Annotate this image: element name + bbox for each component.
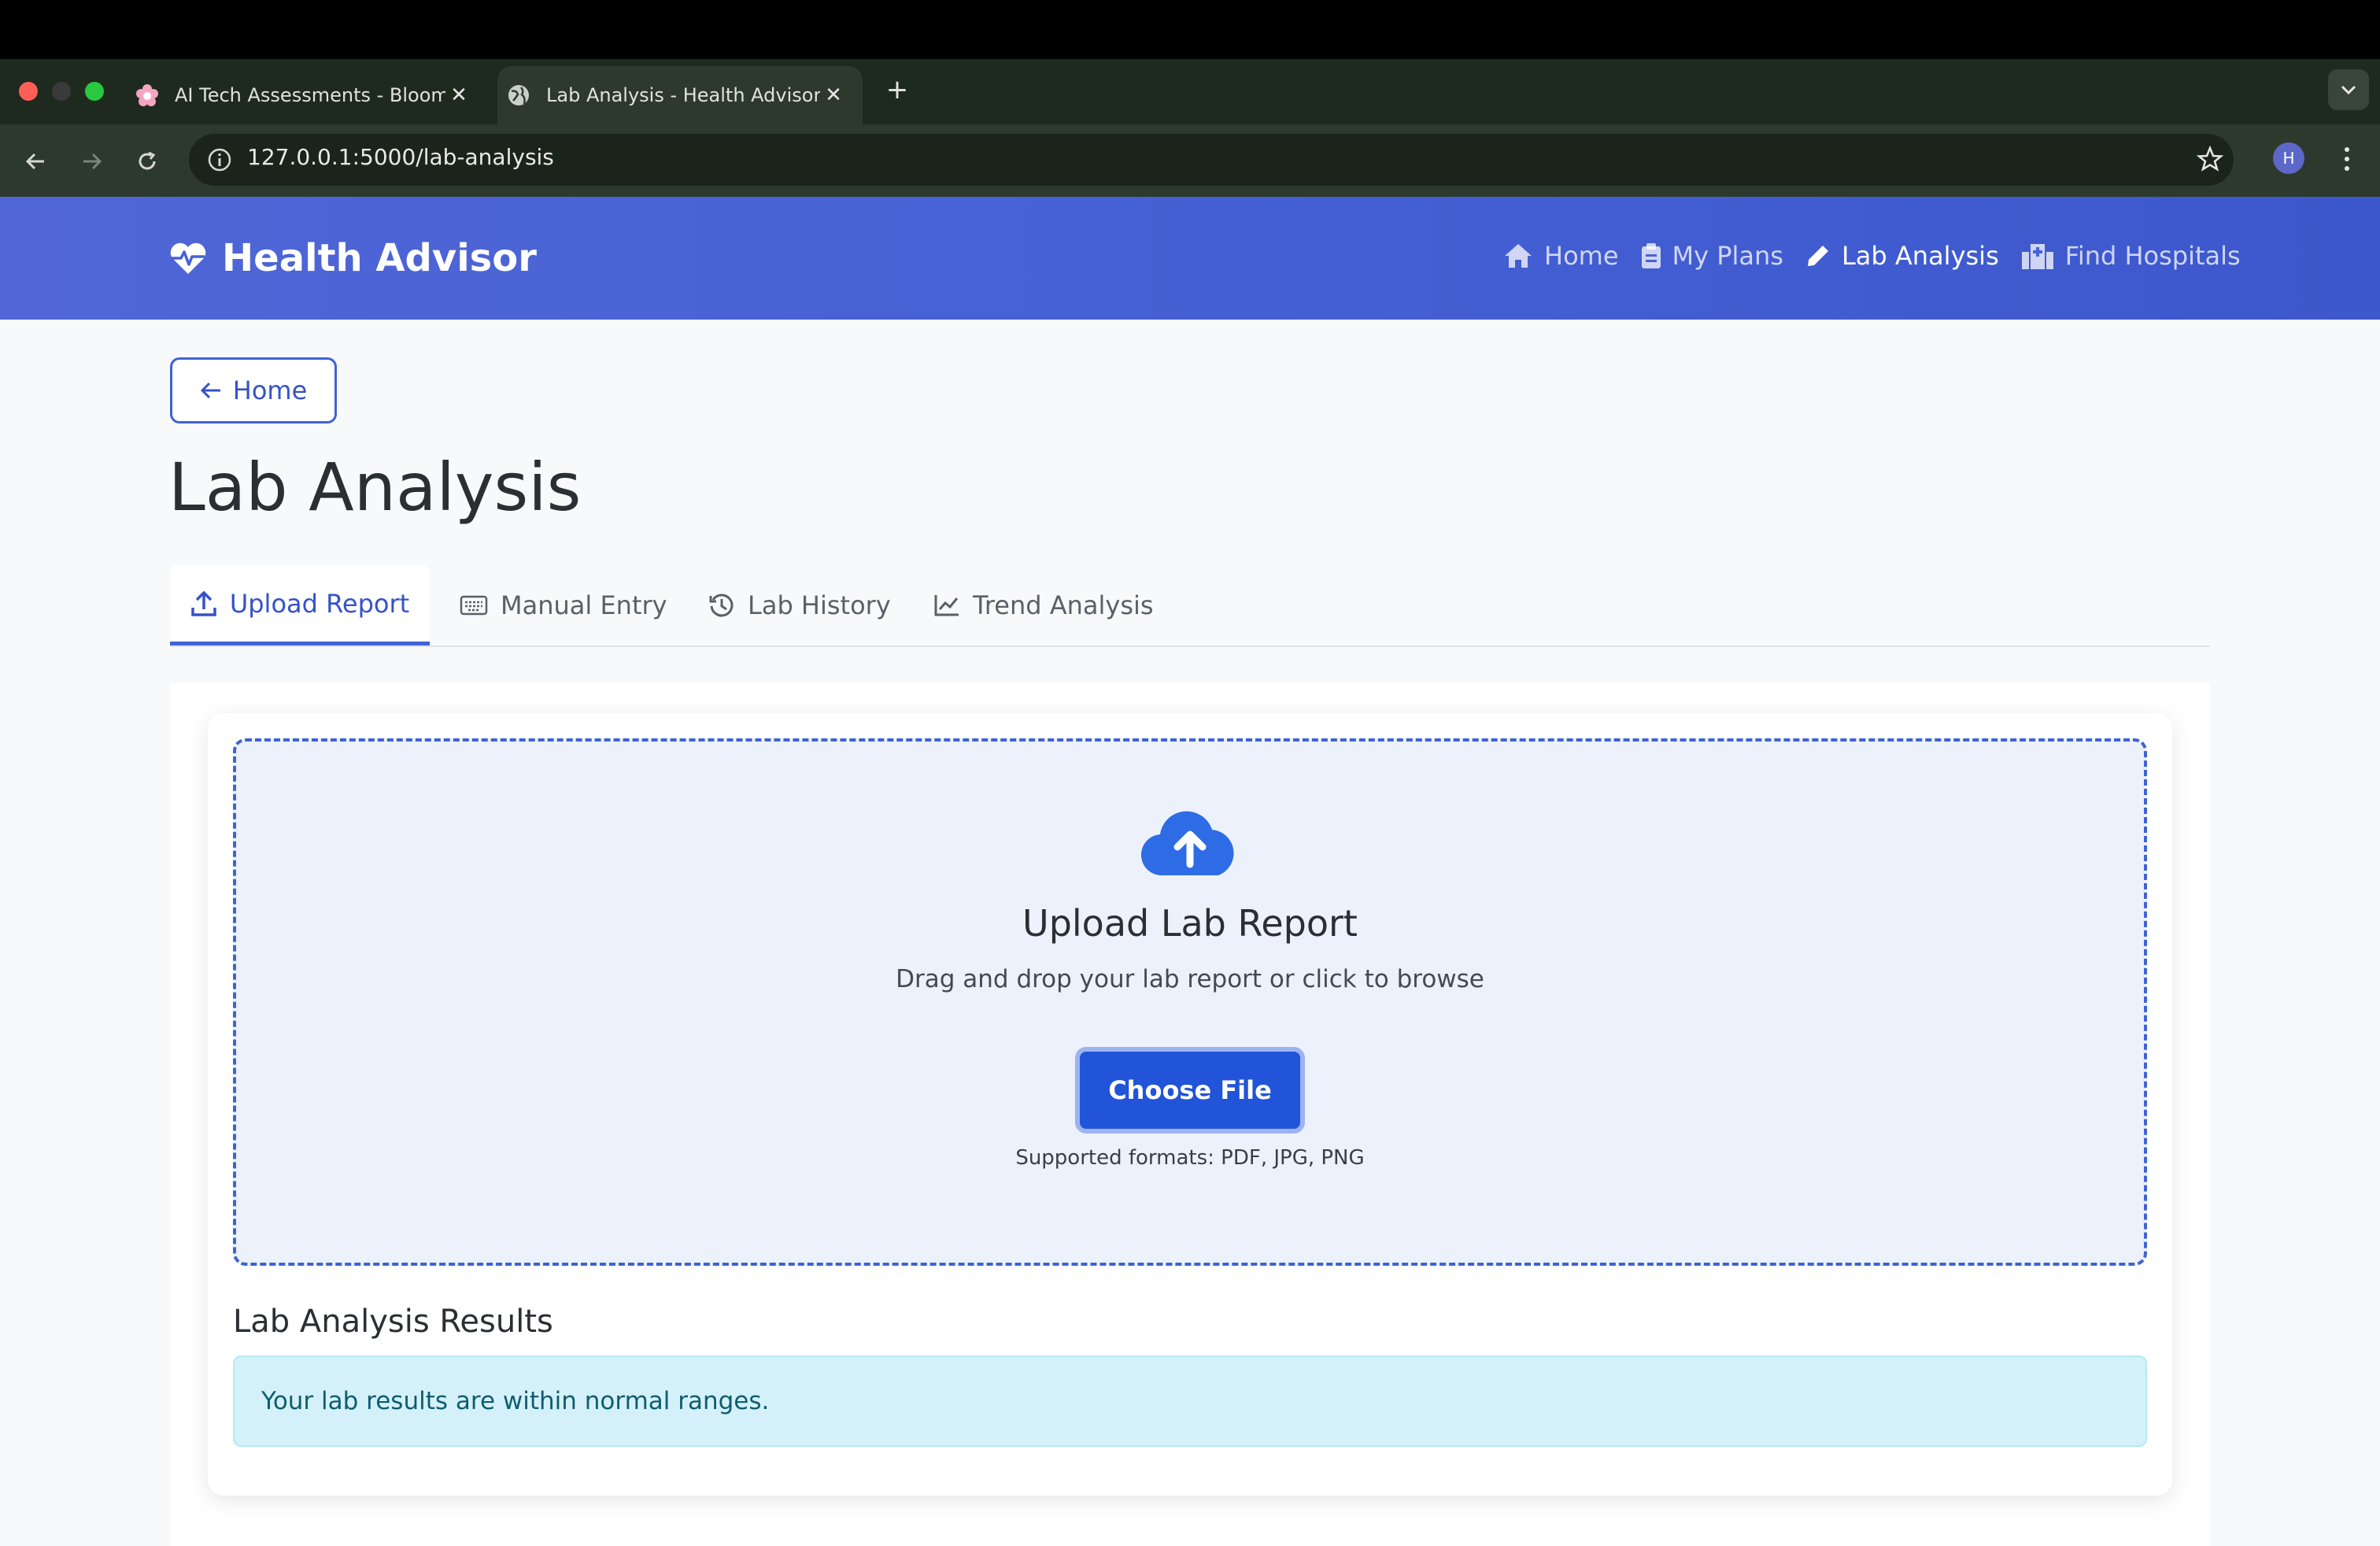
lab-tabs: Upload Report Manual Entry Lab History T…	[170, 565, 2210, 647]
home-icon	[1505, 244, 1532, 268]
arrow-right-icon	[83, 153, 102, 170]
tab-trend-analysis[interactable]: Trend Analysis	[933, 565, 1154, 645]
window-close-button[interactable]	[19, 82, 38, 101]
tab-title: Lab Analysis - Health Advisor	[546, 84, 820, 106]
results-alert: Your lab results are within normal range…	[233, 1356, 2147, 1447]
globe-icon	[505, 82, 532, 109]
new-tab-button[interactable]: +	[880, 72, 915, 107]
close-icon[interactable]: ✕	[445, 83, 472, 107]
chart-line-icon	[934, 595, 959, 616]
main-nav: Home My Plans Lab Analysis Find Hospital…	[1503, 241, 2241, 271]
results-message: Your lab results are within normal range…	[261, 1387, 770, 1415]
heartbeat-icon	[170, 242, 206, 274]
tab-search-button[interactable]	[2328, 69, 2369, 110]
clipboard-icon	[1641, 243, 1661, 268]
window-zoom-button[interactable]	[85, 82, 104, 101]
reload-button[interactable]	[128, 142, 167, 181]
arrow-left-icon	[25, 153, 44, 170]
browser-tab-lab-analysis[interactable]: Lab Analysis - Health Advisor ✕	[497, 66, 863, 124]
hospital-icon	[2021, 244, 2053, 269]
chevron-down-icon	[2340, 80, 2357, 100]
back-home-button[interactable]: Home	[170, 357, 337, 423]
info-icon[interactable]	[206, 146, 233, 173]
pencil-icon	[1807, 246, 1828, 266]
page-title: Lab Analysis	[168, 449, 582, 526]
choose-file-button[interactable]: Choose File	[1075, 1047, 1305, 1134]
upload-icon	[191, 590, 216, 616]
browser-menu-icon[interactable]	[2330, 142, 2364, 176]
tab-upload-report[interactable]: Upload Report	[170, 565, 430, 645]
reload-icon	[139, 151, 156, 170]
forward-button[interactable]	[72, 142, 112, 181]
nav-home-label: Home	[1544, 241, 1619, 271]
nav-find-hospitals-label: Find Hospitals	[2064, 241, 2241, 271]
history-icon	[709, 594, 734, 617]
cloud-upload-icon	[1140, 806, 1240, 882]
nav-my-plans-label: My Plans	[1672, 241, 1783, 271]
nav-lab-analysis[interactable]: Lab Analysis	[1805, 241, 1999, 271]
brand-name: Health Advisor	[222, 236, 537, 280]
keyboard-icon	[460, 595, 488, 616]
upload-subtitle: Drag and drop your lab report or click t…	[896, 965, 1484, 993]
tab-lab-history[interactable]: Lab History	[708, 565, 891, 645]
back-home-label: Home	[232, 375, 308, 405]
brand-logo[interactable]: Health Advisor	[168, 236, 537, 280]
nav-lab-analysis-label: Lab Analysis	[1841, 241, 1999, 271]
url-text[interactable]: 127.0.0.1:5000/lab-analysis	[247, 144, 554, 170]
nav-my-plans[interactable]: My Plans	[1641, 241, 1783, 271]
browser-tab-bloom[interactable]: AI Tech Assessments - Bloom ✕	[126, 66, 488, 124]
tab-upload-report-label: Upload Report	[229, 588, 410, 619]
window-minimize-button[interactable]	[52, 82, 71, 101]
results-title: Lab Analysis Results	[233, 1304, 553, 1340]
close-icon[interactable]: ✕	[820, 83, 847, 107]
profile-avatar[interactable]: H	[2273, 142, 2304, 174]
tab-lab-history-label: Lab History	[748, 590, 891, 620]
back-button[interactable]	[16, 142, 55, 181]
nav-find-hospitals[interactable]: Find Hospitals	[2021, 241, 2241, 271]
upload-title: Upload Lab Report	[1022, 902, 1358, 945]
nav-home[interactable]: Home	[1503, 241, 1619, 271]
tab-manual-entry[interactable]: Manual Entry	[460, 565, 667, 645]
screen-top-strip	[0, 0, 2380, 59]
supported-formats: Supported formats: PDF, JPG, PNG	[1015, 1146, 1365, 1170]
tab-manual-entry-label: Manual Entry	[501, 590, 667, 620]
arrow-left-icon	[200, 382, 220, 399]
flower-icon	[134, 82, 161, 109]
tab-trend-analysis-label: Trend Analysis	[973, 590, 1154, 620]
bookmark-star-icon[interactable]	[2193, 142, 2227, 176]
tab-title: AI Tech Assessments - Bloom	[175, 84, 445, 106]
